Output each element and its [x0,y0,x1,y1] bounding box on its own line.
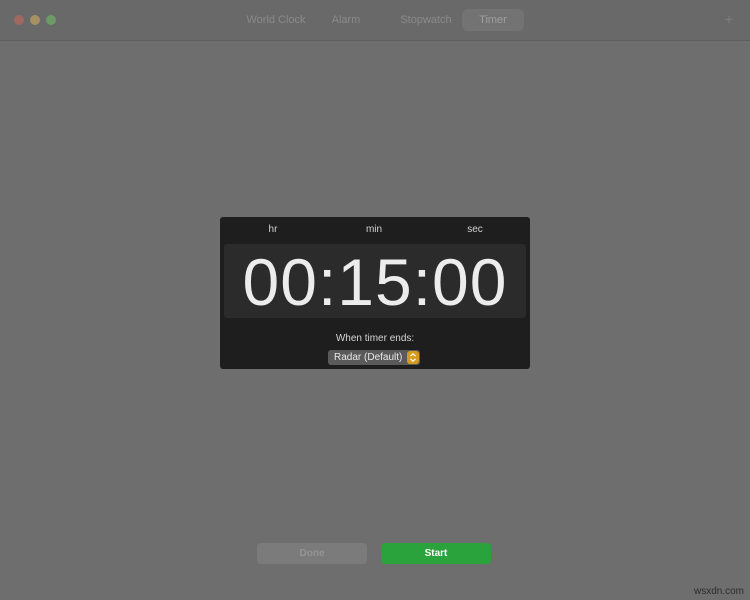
plus-icon[interactable]: + [722,12,736,26]
sound-dropdown[interactable]: Radar (Default) [328,350,420,365]
close-window-button[interactable] [14,15,24,25]
chevron-up-down-icon[interactable] [407,351,419,364]
timer-display[interactable]: 00:15:00 [224,244,526,319]
clock-app-window: World Clock Alarm Stopwatch Timer + hr m… [0,0,750,600]
when-timer-ends-label: When timer ends: [335,333,415,344]
minutes-label: min [365,224,383,235]
tab-timer[interactable]: Timer [462,9,524,31]
start-button[interactable]: Start [381,543,491,564]
tab-alarm[interactable]: Alarm [324,9,368,31]
seconds-label: sec [467,224,483,235]
done-button[interactable]: Done [257,543,367,564]
timer-digits[interactable]: 00:15:00 [224,244,526,319]
tab-world-clock[interactable]: World Clock [234,9,318,31]
minimize-window-button[interactable] [30,15,40,25]
title-bar: World Clock Alarm Stopwatch Timer + [0,0,750,41]
timer-panel: hr min sec 00:15:00 When timer ends: Rad… [220,217,530,369]
tab-bar: World Clock Alarm Stopwatch Timer [234,9,524,31]
tab-stopwatch[interactable]: Stopwatch [394,9,458,31]
sound-dropdown-value: Radar (Default) [334,352,403,363]
hours-label: hr [268,224,278,235]
zoom-window-button[interactable] [46,15,56,25]
watermark: wsxdn.com [693,586,744,597]
